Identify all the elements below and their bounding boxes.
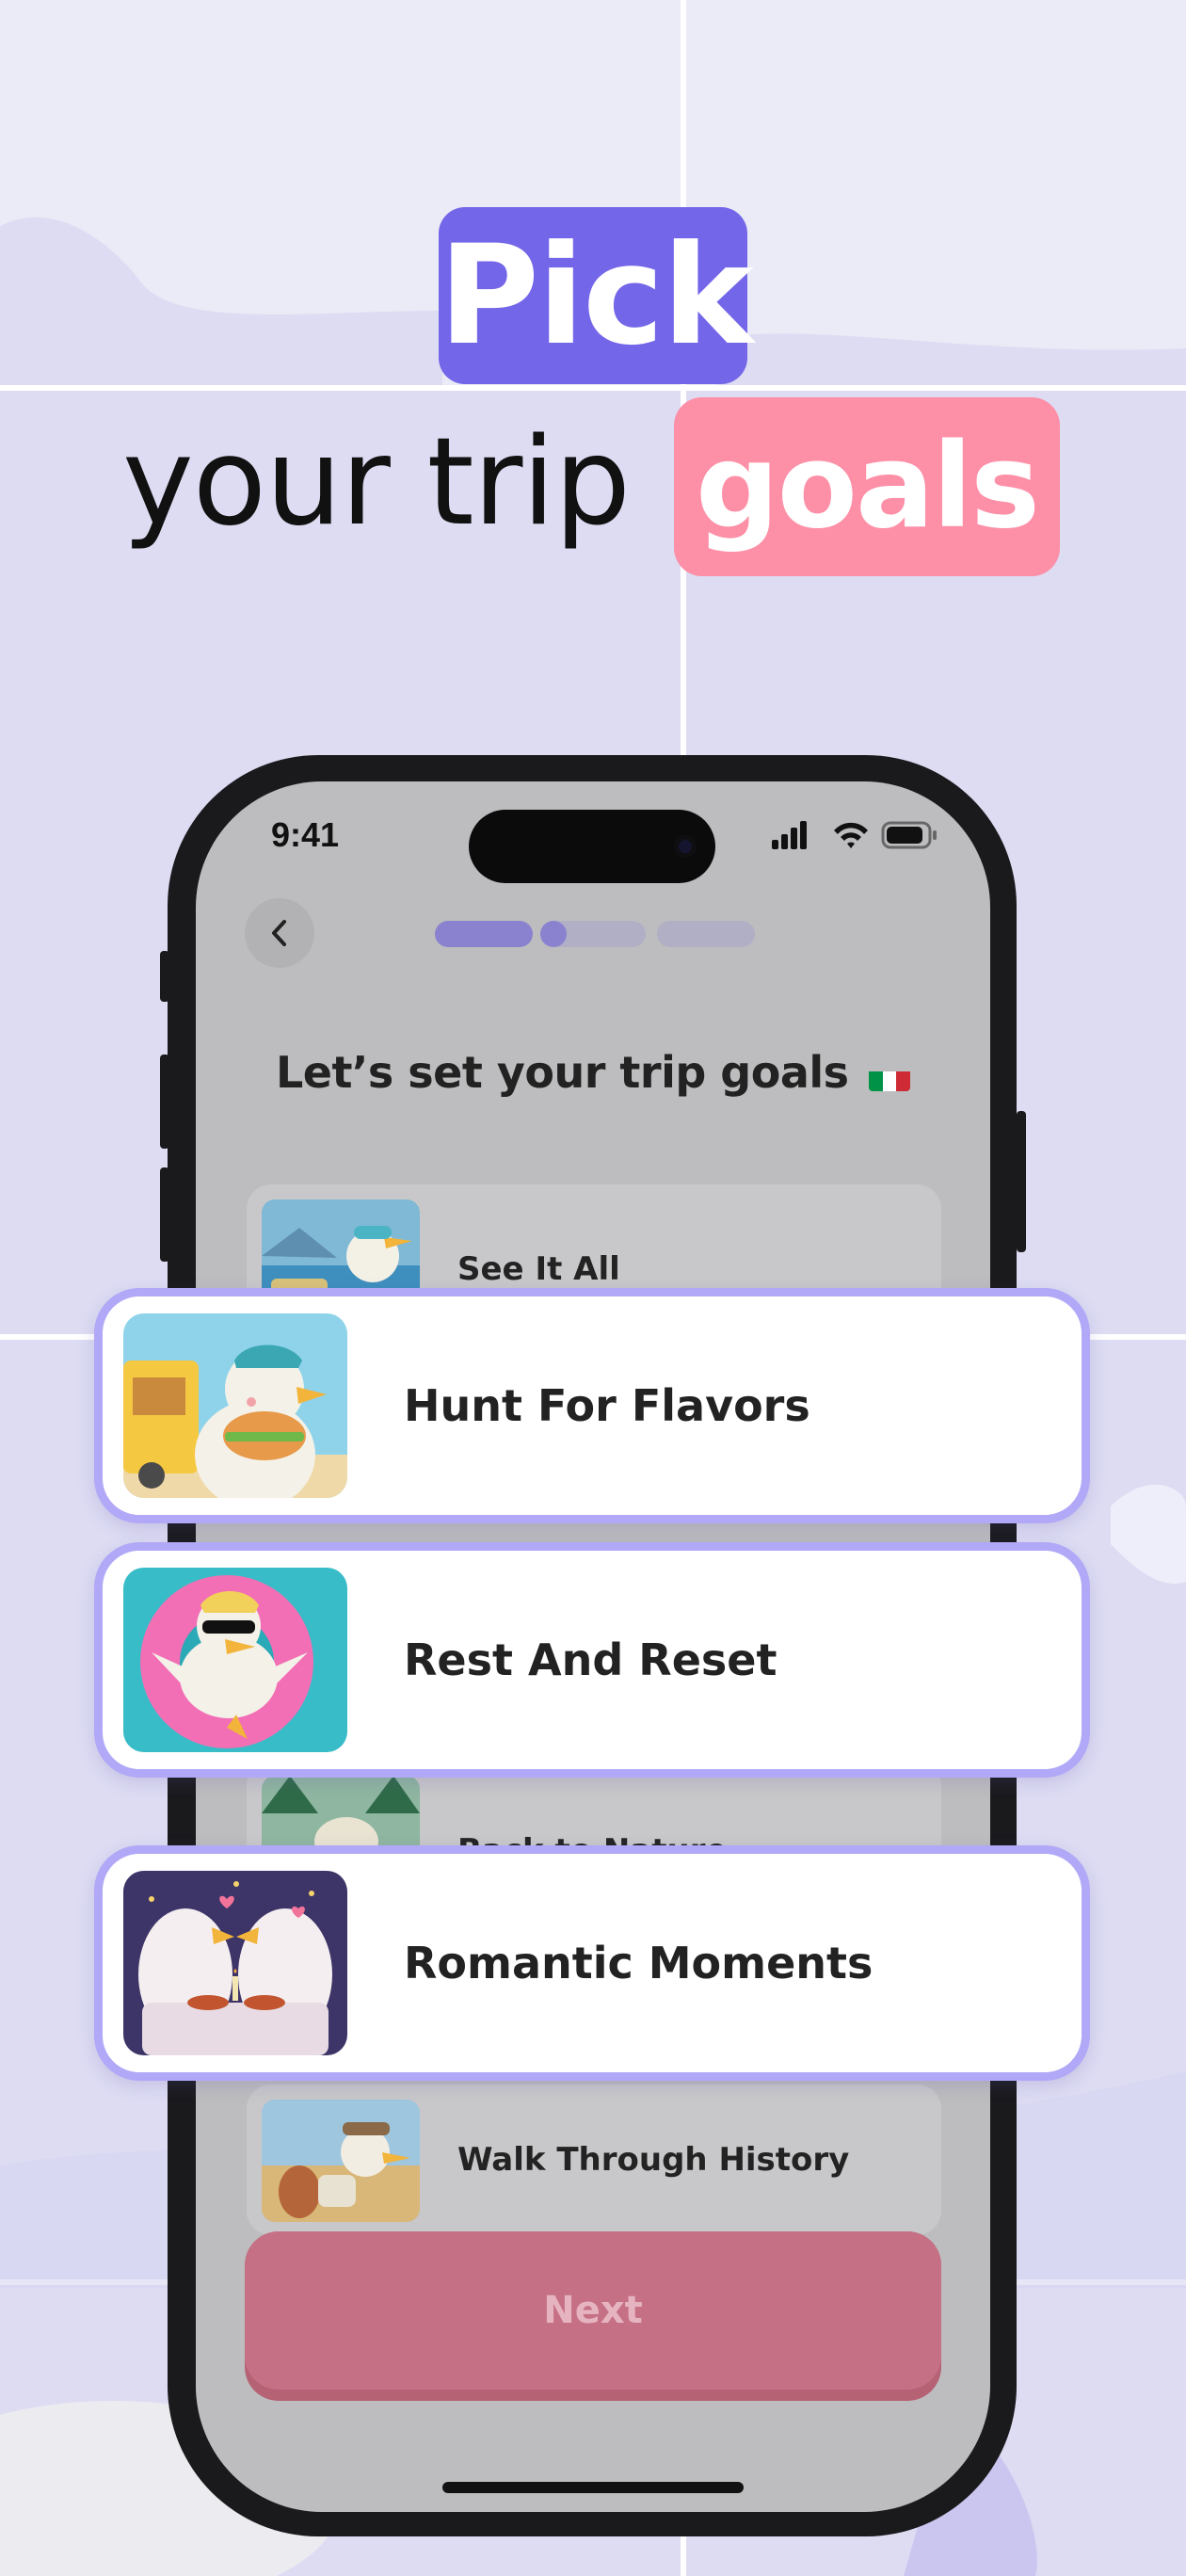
progress-dot bbox=[540, 921, 567, 947]
walk-through-history-illustration bbox=[262, 2100, 420, 2222]
status-time: 9:41 bbox=[271, 815, 340, 854]
progress-segment-1 bbox=[435, 921, 533, 947]
next-button[interactable]: Next bbox=[245, 2231, 941, 2401]
phone-power-button bbox=[1017, 1111, 1026, 1252]
next-button-label: Next bbox=[245, 2231, 941, 2390]
phone-volume-up bbox=[160, 1055, 169, 1149]
hunt-for-flavors-illustration bbox=[123, 1313, 347, 1498]
home-indicator bbox=[442, 2482, 744, 2493]
option-rest-and-reset[interactable]: Rest And Reset bbox=[94, 1542, 1090, 1778]
progress-indicator bbox=[435, 921, 755, 947]
wifi-icon bbox=[834, 822, 868, 848]
headline-line2: your trip bbox=[122, 412, 631, 553]
dynamic-island bbox=[469, 810, 715, 883]
option-label: Walk Through History bbox=[457, 2141, 850, 2179]
option-walk-through-history[interactable]: Walk Through History bbox=[247, 2085, 941, 2235]
option-label: Rest And Reset bbox=[404, 1634, 777, 1685]
screen-title-text: Let’s set your trip goals bbox=[275, 1047, 849, 1098]
option-label: Hunt For Flavors bbox=[404, 1380, 810, 1431]
camera-icon bbox=[674, 835, 697, 858]
romantic-moments-illustration bbox=[123, 1871, 347, 2055]
battery-icon bbox=[881, 821, 937, 849]
signal-icon bbox=[772, 821, 807, 849]
status-icons bbox=[772, 821, 937, 849]
rest-and-reset-illustration bbox=[123, 1568, 347, 1752]
option-hunt-for-flavors[interactable]: Hunt For Flavors bbox=[94, 1288, 1090, 1523]
phone-volume-down bbox=[160, 1167, 169, 1262]
option-label: See It All bbox=[457, 1250, 620, 1288]
option-label: Romantic Moments bbox=[404, 1938, 873, 1988]
back-button[interactable] bbox=[245, 898, 314, 968]
option-romantic-moments[interactable]: Romantic Moments bbox=[94, 1845, 1090, 2081]
progress-segment-3 bbox=[657, 921, 755, 947]
chevron-left-icon bbox=[272, 920, 286, 946]
headline-word-pick: Pick bbox=[439, 216, 754, 376]
phone-action-button bbox=[160, 951, 169, 1002]
screen-title: Let’s set your trip goals bbox=[196, 1047, 990, 1098]
italy-flag-icon bbox=[869, 1061, 911, 1091]
headline-word-goals: goals bbox=[696, 419, 1040, 555]
